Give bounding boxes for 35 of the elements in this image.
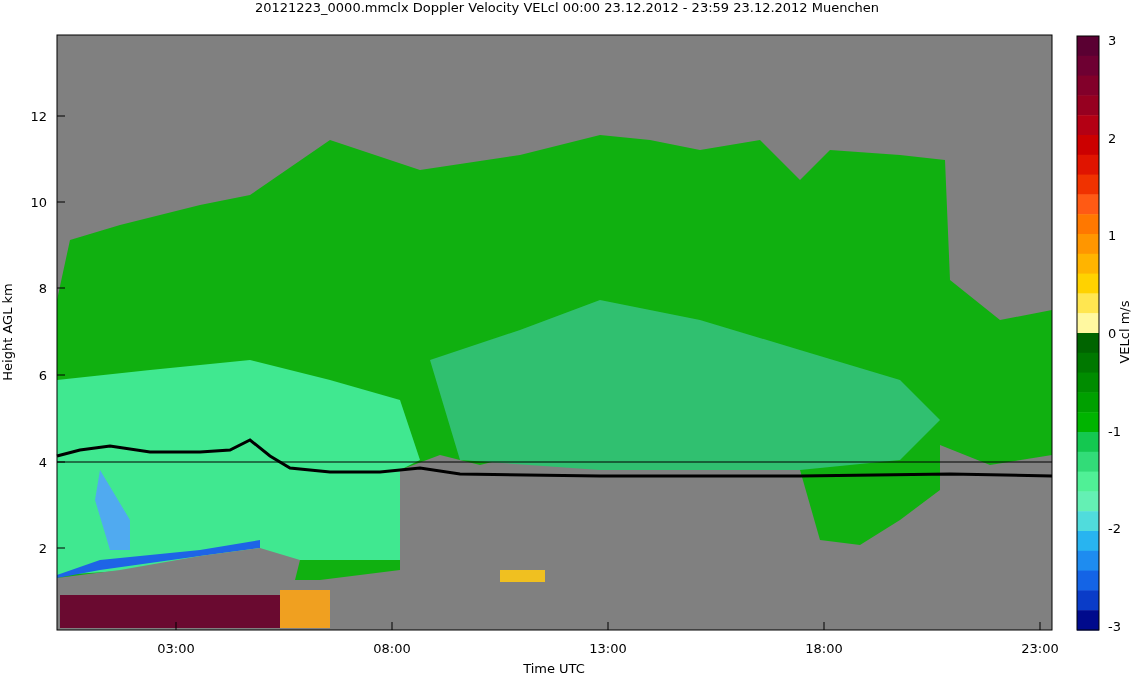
tick-mark (607, 621, 609, 631)
colorbar-tick-label: 3 (1108, 33, 1117, 48)
tick-mark (56, 374, 66, 376)
chart-title: 20121223_0000.mmclx Doppler Velocity VELcl 00:00 23.12.2012 - 23:59 23.12.2012 Muenchen (254, 0, 880, 15)
tick-mark (56, 547, 66, 549)
colorbar-label: VELcl m/s (1117, 300, 1132, 364)
y-tick-label: 2 (38, 541, 47, 556)
tick-mark (56, 115, 66, 117)
colorbar-tick-label: 0 (1108, 326, 1117, 341)
echo-area (500, 570, 545, 582)
tick-mark (56, 201, 66, 203)
x-tick-label: 03:00 (157, 641, 195, 656)
colorbar-tick-label: 1 (1108, 228, 1117, 244)
colorbar-tick-label: 2 (1108, 130, 1117, 146)
x-tick-label: 13:00 (589, 641, 627, 656)
y-axis-label: Height AGL km (0, 283, 15, 381)
colorbar-tick-label: -1 (1108, 423, 1121, 439)
x-axis-label: Time UTC (523, 661, 585, 676)
colorbar-tick-label: -3 (1108, 619, 1121, 634)
y-tick-label: 6 (38, 368, 47, 383)
y-tick-label: 12 (30, 109, 47, 124)
tick-mark (175, 621, 177, 631)
tick-mark (56, 461, 66, 463)
x-tick-label: 08:00 (373, 641, 411, 656)
y-tick-label: 10 (30, 195, 47, 210)
x-tick-label: 18:00 (805, 641, 843, 656)
tick-mark (56, 287, 66, 289)
tick-mark (391, 621, 393, 631)
tick-mark (823, 621, 825, 631)
y-tick-label: 8 (38, 281, 47, 296)
tick-mark (1039, 621, 1041, 631)
x-tick-label: 23:00 (1021, 641, 1059, 656)
y-tick-label: 4 (38, 455, 47, 470)
colorbar-tick-label: -2 (1108, 521, 1121, 537)
echo-area (280, 590, 330, 628)
